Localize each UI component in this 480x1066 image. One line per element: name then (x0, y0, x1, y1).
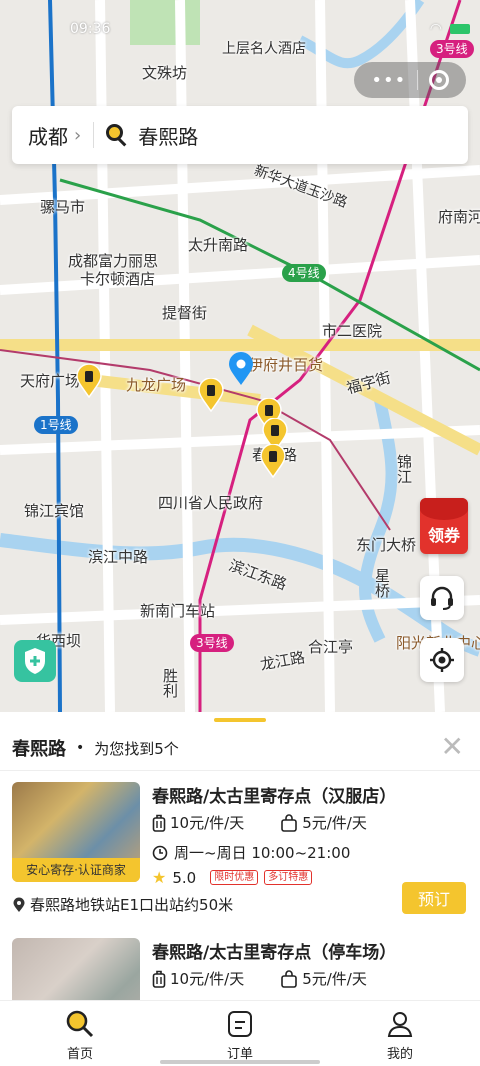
headset-icon (431, 586, 453, 610)
city-selector[interactable]: 成都 (28, 121, 68, 150)
map-label: 新南门车站 (140, 602, 216, 620)
chevron-right-icon: › (74, 124, 82, 146)
metro-line-badge: 3号线 (430, 40, 474, 58)
storage-pin-icon[interactable] (76, 364, 102, 398)
map[interactable]: 09:36 ◠ 文殊坊 上层名人酒店 骡马市 成都富力丽思 卡尔顿酒店 太升南路… (0, 0, 480, 712)
store-title: 春熙路/太古里寄存点（汉服店） (152, 787, 397, 807)
map-label: 锦江宾馆 (24, 502, 85, 520)
profile-icon (387, 1012, 413, 1037)
map-label: 九龙广场 (126, 376, 187, 394)
insurance-button[interactable] (14, 640, 56, 682)
tab-home[interactable]: 首页 (0, 1001, 160, 1066)
miniapp-capsule[interactable]: ••• (354, 62, 466, 98)
map-label: 锦江 (395, 454, 413, 484)
store-photo (12, 938, 140, 1002)
map-label: 文殊坊 (142, 64, 188, 82)
map-label: 胜利 (161, 668, 179, 698)
map-label: 天府广场 (20, 372, 81, 390)
metro-line-badge: 4号线 (282, 264, 326, 282)
rating-value: 5.0 (172, 868, 197, 887)
certified-tag: 安心寄存·认证商家 (12, 858, 140, 882)
map-label: 骡马市 (40, 198, 86, 216)
search-icon (106, 124, 128, 147)
promo-badge: 限时优惠 (210, 870, 259, 885)
sheet-drag-handle[interactable] (214, 718, 266, 722)
storage-pin-icon[interactable] (260, 444, 286, 478)
bag-price: 5元/件/天 (302, 970, 367, 988)
map-label: 滨江中路 (88, 548, 149, 566)
store-photo: 安心寄存·认证商家 (12, 782, 140, 882)
metro-line-badge: 1号线 (34, 416, 78, 434)
map-label: 伊府井百货 (248, 356, 324, 374)
bag-icon (281, 969, 298, 988)
bag-price: 5元/件/天 (302, 814, 367, 832)
opening-hours: 周一~周日 10:00~21:00 (152, 842, 350, 863)
suitcase-price: 10元/件/天 (170, 814, 245, 832)
shield-plus-icon (25, 648, 45, 674)
price-row: 10元/件/天 5元/件/天 (152, 812, 403, 833)
close-miniapp-icon[interactable] (428, 70, 449, 90)
locate-button[interactable] (420, 638, 464, 682)
bag-icon (281, 813, 298, 832)
map-label: 太升南路 (188, 236, 249, 254)
map-label: 东门大桥 (356, 536, 417, 554)
status-bar: 09:36 ◠ (70, 18, 470, 40)
results-query: 春熙路 (12, 739, 66, 760)
tab-orders[interactable]: 订单 (160, 1001, 320, 1066)
promo-badge: 多订特惠 (264, 870, 313, 885)
book-button[interactable]: 预订 (402, 882, 466, 914)
tab-bar: 首页 订单 我的 (0, 1000, 480, 1066)
current-location-pin-icon (229, 352, 253, 385)
status-icons: ◠ (430, 21, 470, 37)
map-label: 上层名人酒店 (222, 41, 306, 57)
suitcase-price: 10元/件/天 (170, 970, 245, 988)
suitcase-icon (152, 970, 166, 988)
map-label: 市二医院 (322, 322, 383, 340)
map-label: 卡尔顿酒店 (80, 270, 156, 288)
metro-line-badge: 3号线 (190, 634, 234, 652)
customer-service-button[interactable] (420, 576, 464, 620)
location-row: 春熙路地铁站E1口出站约50米 (12, 894, 233, 915)
map-label: 四川省人民政府 (158, 494, 264, 512)
battery-icon (450, 24, 470, 34)
home-indicator (160, 1060, 320, 1064)
results-sheet[interactable]: 春熙路 • 为您找到5个 ✕ 安心寄存·认证商家 春熙路/太古里寄存点（汉服店）… (0, 712, 480, 1002)
location-pin-icon (13, 897, 25, 912)
rating-row: ★ 5.0 限时优惠 多订特惠 (152, 868, 313, 887)
price-row: 10元/件/天 5元/件/天 (152, 968, 403, 989)
coupon-button[interactable]: 领券 (420, 498, 468, 554)
locate-icon (430, 648, 454, 672)
results-count: 为您找到5个 (94, 739, 179, 758)
map-label: 提督街 (162, 304, 208, 322)
map-label: 府南河 (438, 208, 480, 226)
clock-icon (152, 845, 168, 860)
order-icon (228, 1011, 252, 1037)
map-label: 星桥 (373, 568, 391, 598)
more-icon[interactable]: ••• (371, 70, 406, 91)
store-title: 春熙路/太古里寄存点（停车场） (152, 943, 397, 963)
star-icon: ★ (152, 868, 167, 887)
map-label: 合江亭 (308, 638, 354, 656)
search-bar[interactable]: 成都 › 春熙路 (12, 106, 468, 164)
close-icon[interactable]: ✕ (441, 733, 464, 761)
storage-pin-icon[interactable] (198, 378, 224, 412)
search-input[interactable]: 春熙路 (138, 121, 198, 150)
search-icon (66, 1010, 94, 1038)
results-header: 春熙路 • 为您找到5个 ✕ (12, 730, 464, 763)
wifi-icon: ◠ (429, 21, 442, 37)
status-time: 09:36 (70, 21, 111, 37)
tab-profile[interactable]: 我的 (320, 1001, 480, 1066)
suitcase-icon (152, 814, 166, 832)
